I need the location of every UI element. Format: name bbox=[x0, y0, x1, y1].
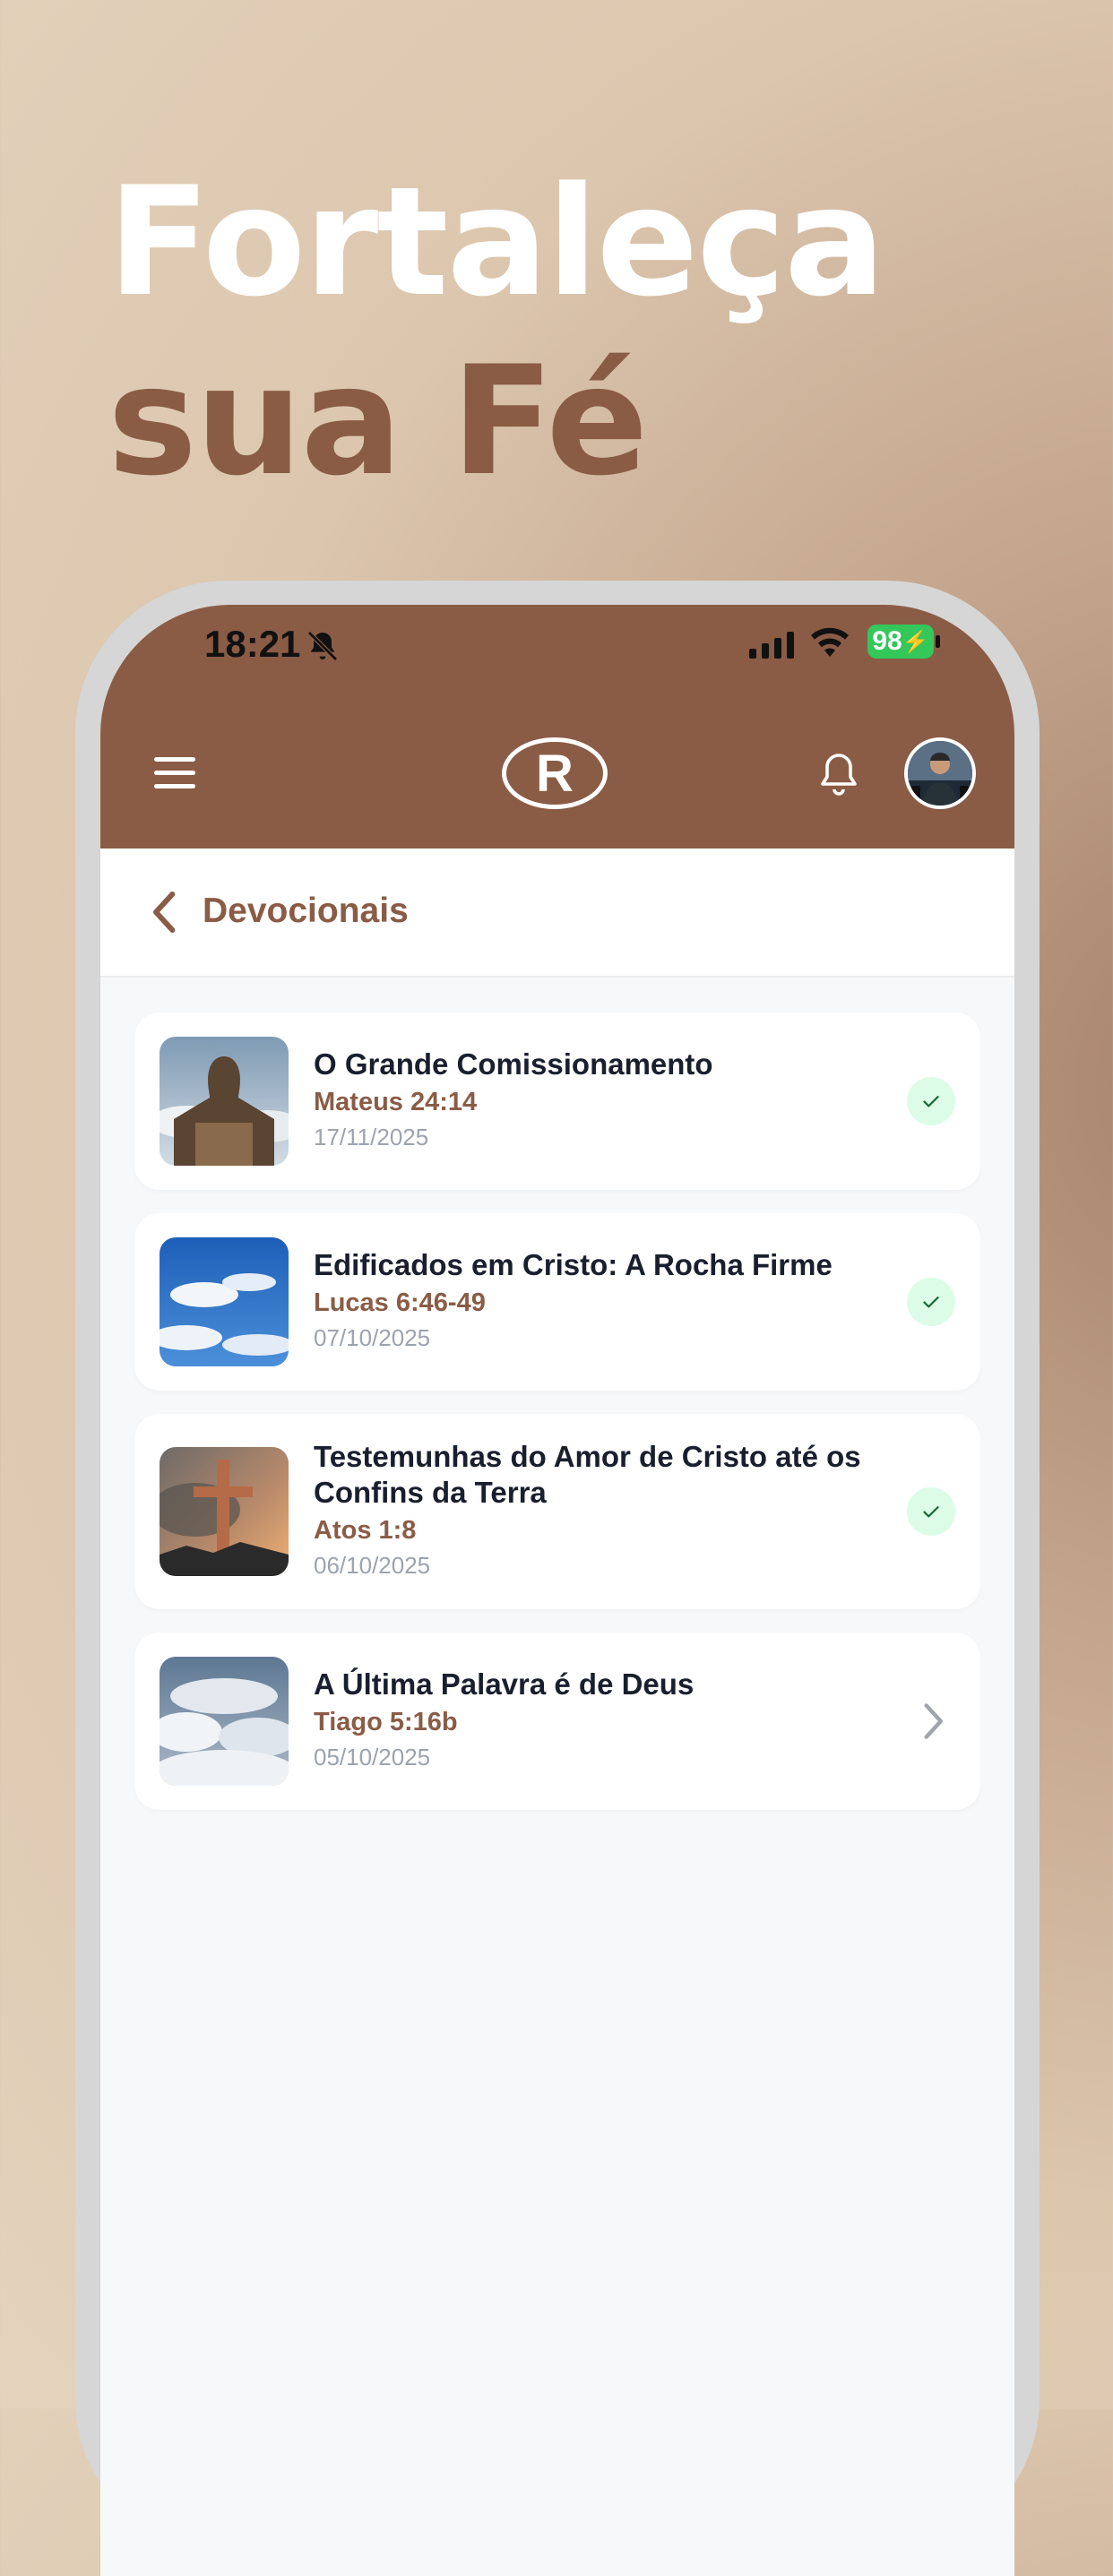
headline-line-2: sua Fé bbox=[108, 333, 648, 509]
wifi-icon bbox=[811, 627, 849, 657]
chevron-left-icon[interactable] bbox=[147, 890, 183, 935]
devotional-reference: Tiago 5:16b bbox=[314, 1708, 458, 1736]
check-icon bbox=[907, 1278, 955, 1326]
logo[interactable]: R bbox=[502, 737, 608, 809]
devotional-card[interactable]: A Última Palavra é de Deus Tiago 5:16b 0… bbox=[134, 1633, 980, 1810]
devotional-reference: Atos 1:8 bbox=[314, 1516, 417, 1545]
devotional-date: 17/11/2025 bbox=[314, 1124, 429, 1150]
devotional-text: O Grande Comissionamento Mateus 24:14 17… bbox=[314, 1047, 882, 1154]
devotional-card[interactable]: O Grande Comissionamento Mateus 24:14 17… bbox=[134, 1012, 980, 1190]
bell-icon[interactable] bbox=[817, 750, 860, 798]
headline-line-1: Fortaleça bbox=[108, 154, 885, 330]
status-time: 18:21 bbox=[204, 623, 301, 665]
devotional-thumbnail bbox=[160, 1657, 289, 1786]
devotional-date: 07/10/2025 bbox=[314, 1324, 431, 1351]
devotional-card[interactable]: Edificados em Cristo: A Rocha Firme Luca… bbox=[134, 1213, 980, 1391]
chevron-right-icon[interactable] bbox=[919, 1702, 946, 1741]
devotional-date: 06/10/2025 bbox=[314, 1552, 431, 1579]
avatar-photo bbox=[908, 741, 972, 806]
devotional-reference: Lucas 6:46-49 bbox=[314, 1288, 486, 1317]
devotional-title: A Última Palavra é de Deus bbox=[314, 1667, 695, 1701]
devotional-title: Testemunhas do Amor de Cristo até os Con… bbox=[314, 1440, 861, 1509]
devotional-title: Edificados em Cristo: A Rocha Firme bbox=[314, 1248, 833, 1281]
nav-bar: Devocionais bbox=[100, 849, 1014, 978]
check-icon bbox=[907, 1077, 955, 1125]
page-title: Devocionais bbox=[203, 892, 409, 930]
signal-icon bbox=[749, 632, 794, 659]
devotional-thumbnail bbox=[160, 1237, 289, 1366]
battery-icon: 98 ⚡ bbox=[867, 625, 934, 659]
devotional-reference: Mateus 24:14 bbox=[314, 1088, 478, 1116]
devotional-text: Edificados em Cristo: A Rocha Firme Luca… bbox=[314, 1247, 882, 1355]
devotional-text: Testemunhas do Amor de Cristo até os Con… bbox=[314, 1439, 882, 1582]
devotional-list: O Grande Comissionamento Mateus 24:14 17… bbox=[134, 1012, 980, 1833]
app-header: 18:21 98 ⚡ R bbox=[100, 605, 1014, 849]
menu-icon[interactable] bbox=[154, 757, 199, 789]
headline: Fortaleça sua Fé bbox=[108, 152, 885, 511]
devotional-title: O Grande Comissionamento bbox=[314, 1047, 713, 1081]
devotional-card[interactable]: Testemunhas do Amor de Cristo até os Con… bbox=[134, 1414, 980, 1609]
devotional-thumbnail bbox=[160, 1447, 289, 1576]
phone-screen: 18:21 98 ⚡ R Devocionais O Grande Comiss… bbox=[100, 605, 1014, 2576]
avatar[interactable] bbox=[904, 737, 976, 809]
check-icon bbox=[907, 1487, 955, 1536]
battery-nub bbox=[936, 635, 940, 648]
devotional-text: A Última Palavra é de Deus Tiago 5:16b 0… bbox=[314, 1667, 882, 1774]
battery-level: 98 bbox=[872, 626, 902, 656]
devotional-thumbnail bbox=[160, 1037, 289, 1166]
devotional-date: 05/10/2025 bbox=[314, 1744, 431, 1770]
bell-off-icon bbox=[307, 631, 338, 661]
